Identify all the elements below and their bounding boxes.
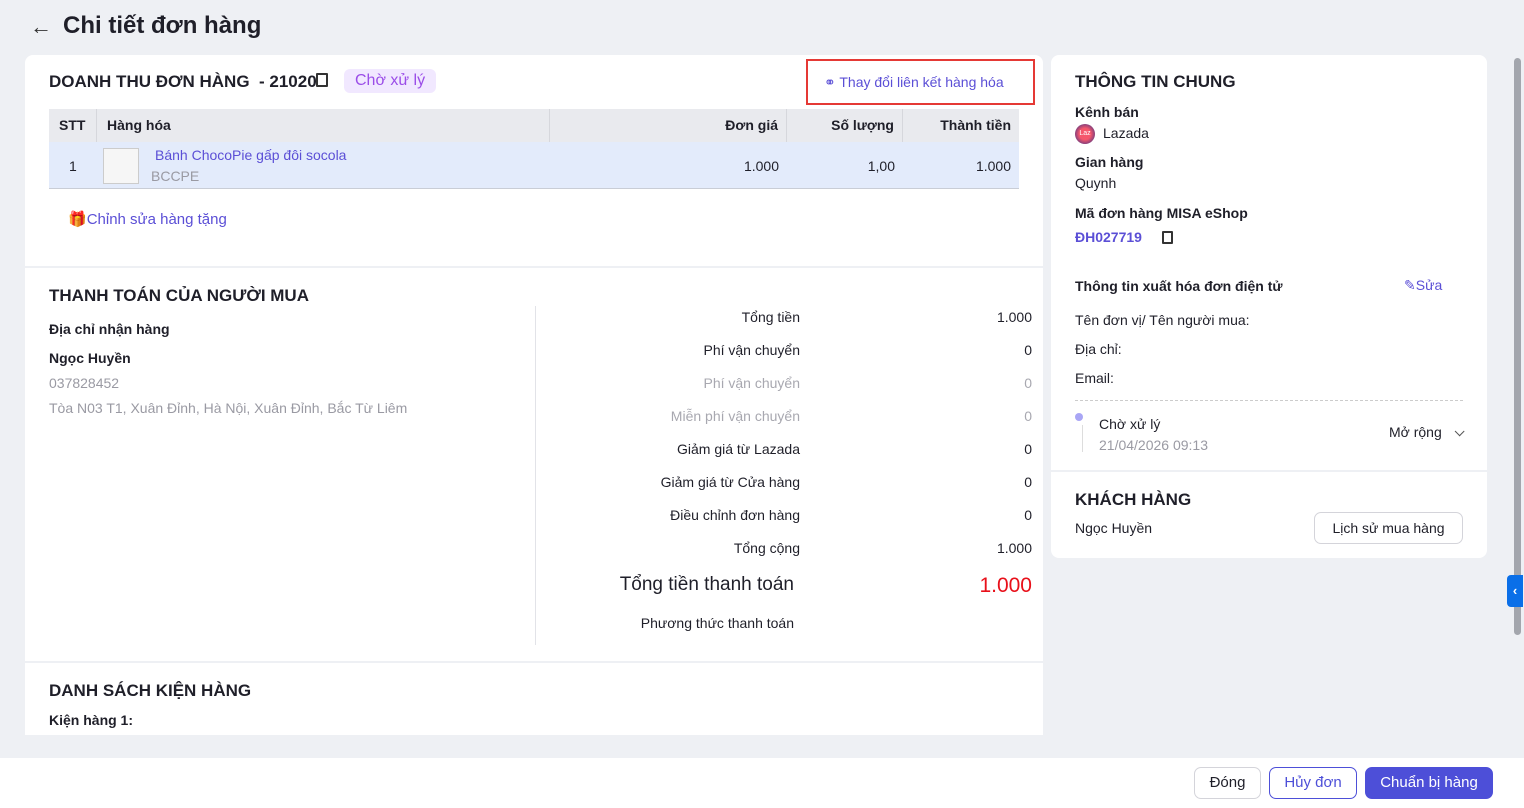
payment-line: Tổng tiền 1.000 (565, 309, 1032, 329)
payment-line-label: Tổng cộng (733, 540, 800, 556)
product-name-link[interactable]: Bánh ChocoPie gấp đôi socola (155, 147, 346, 163)
lazada-logo-icon: Laz (1075, 124, 1095, 144)
dashed-divider (1075, 400, 1463, 401)
info-card: THÔNG TIN CHUNG Kênh bán Laz Lazada Gian… (1051, 55, 1487, 558)
store-label: Gian hàng (1075, 154, 1144, 170)
timeline-status: Chờ xử lý (1099, 416, 1161, 432)
buyer-name: Ngọc Huyền (49, 350, 131, 366)
payment-title: THANH TOÁN CỦA NGƯỜI MUA (49, 286, 309, 305)
store-value: Quynh (1075, 175, 1117, 191)
payment-line-label: Phí vận chuyển (703, 375, 800, 391)
payment-line-label: Giảm giá từ Lazada (677, 441, 800, 457)
divider (25, 661, 1043, 663)
row-stt: 1 (69, 158, 77, 174)
col-product: Hàng hóa (97, 109, 550, 142)
payment-line-value: 1.000 (996, 540, 1032, 556)
edit-gift-label: Chỉnh sửa hàng tặng (86, 211, 227, 228)
payment-line: Tổng cộng 1.000 (565, 540, 1032, 560)
divider (1051, 470, 1487, 472)
collapse-panel-button[interactable]: ‹ (1507, 575, 1523, 607)
pencil-icon: ✎ (1404, 277, 1416, 293)
payment-line: Giảm giá từ Cửa hàng 0 (565, 474, 1032, 494)
email-label: Email: (1075, 370, 1114, 386)
address-label: Địa chỉ nhận hàng (49, 321, 170, 337)
product-image (103, 148, 139, 184)
status-badge: Chờ xử lý (344, 69, 437, 93)
payment-method-label: Phương thức thanh toán (640, 615, 794, 631)
page-title: Chi tiết đơn hàng (63, 12, 262, 39)
table-row[interactable]: 1 Bánh ChocoPie gấp đôi socola BCCPE 1.0… (49, 142, 1019, 189)
payment-line: Phí vận chuyển 0 (565, 375, 1032, 395)
payment-line: Phí vận chuyển 0 (565, 342, 1032, 362)
row-price: 1.000 (743, 158, 779, 174)
packages-title: DANH SÁCH KIỆN HÀNG (49, 681, 252, 700)
payment-line-value: 1.000 (996, 309, 1032, 325)
payment-line-value: 0 (1024, 375, 1032, 391)
payment-line-label: Miễn phí vận chuyển (670, 408, 800, 424)
payment-line-value: 0 (1024, 474, 1032, 490)
payment-line-value: 0 (1024, 408, 1032, 424)
prepare-goods-button[interactable]: Chuẩn bị hàng (1365, 767, 1493, 799)
product-sku: BCCPE (151, 168, 200, 184)
edit-invoice-button[interactable]: ✎Sửa (1404, 277, 1442, 294)
col-qty: Số lượng (787, 109, 903, 142)
grand-total-label: Tổng tiền thanh toán (619, 574, 794, 595)
copy-icon[interactable] (316, 73, 328, 87)
payment-method-row: Phương thức thanh toán (565, 615, 1032, 635)
package-item: Kiện hàng 1: (49, 712, 134, 728)
payment-line-value: 0 (1024, 507, 1032, 523)
info-title: THÔNG TIN CHUNG (1075, 72, 1236, 91)
payment-line-label: Giảm giá từ Cửa hàng (660, 474, 800, 490)
expand-button[interactable]: Mở rộng (1389, 424, 1465, 440)
col-price: Đơn giá (550, 109, 787, 142)
copy-icon[interactable] (1162, 231, 1173, 244)
col-total: Thành tiền (940, 117, 1011, 133)
payment-line: Miễn phí vận chuyển 0 (565, 408, 1032, 428)
channel-value: Lazada (1103, 125, 1149, 141)
purchase-history-button[interactable]: Lịch sử mua hàng (1314, 512, 1463, 544)
timeline-dot (1075, 413, 1083, 421)
cancel-order-button[interactable]: Hủy đơn (1269, 767, 1357, 799)
scrollbar[interactable] (1514, 58, 1521, 635)
row-qty: 1,00 (867, 158, 895, 174)
payment-line-label: Điều chỉnh đơn hàng (670, 507, 800, 523)
code-label: Mã đơn hàng MISA eShop (1075, 205, 1248, 221)
order-title: DOANH THU ĐƠN HÀNG - 21020 (49, 72, 317, 91)
divider (25, 266, 1043, 268)
close-button[interactable]: Đóng (1194, 767, 1261, 799)
buyer-label: Tên đơn vị/ Tên người mua: (1075, 312, 1250, 328)
invoice-label: Thông tin xuất hóa đơn điện tử (1075, 278, 1283, 294)
payment-line: Điều chỉnh đơn hàng 0 (565, 507, 1032, 527)
channel-label: Kênh bán (1075, 104, 1139, 120)
payment-line: Giảm giá từ Lazada 0 (565, 441, 1032, 461)
customer-name: Ngọc Huyền (1075, 520, 1153, 536)
payment-line-value: 0 (1024, 441, 1032, 457)
change-link-label: Thay đổi liên kết hàng hóa (839, 74, 1004, 90)
back-arrow-icon[interactable]: ← (30, 14, 52, 40)
order-card: DOANH THU ĐƠN HÀNG - 21020 Chờ xử lý ⚭ T… (25, 55, 1043, 735)
change-link-button[interactable]: ⚭ Thay đổi liên kết hàng hóa (806, 59, 1035, 105)
chevron-down-icon (1454, 426, 1465, 437)
buyer-address: Tòa N03 T1, Xuân Đỉnh, Hà Nội, Xuân Đỉnh… (49, 400, 408, 416)
payment-line-label: Tổng tiền (741, 309, 800, 325)
payment-line-label: Phí vận chuyển (703, 342, 800, 358)
col-stt: STT (49, 109, 97, 142)
payment-line-value: 0 (1024, 342, 1032, 358)
row-total: 1.000 (975, 158, 1011, 174)
items-table: STT Hàng hóa Đơn giá Số lượng Thành tiền… (49, 109, 1019, 190)
customer-title: KHÁCH HÀNG (1075, 490, 1192, 509)
buyer-phone: 037828452 (49, 375, 120, 391)
grand-total-row: Tổng tiền thanh toán 1.000 (565, 574, 1032, 600)
invoice-address-label: Địa chỉ: (1075, 341, 1122, 357)
timeline-time: 21/04/2026 09:13 (1099, 437, 1208, 453)
link-icon: ⚭ (824, 74, 836, 90)
grand-total-value: 1.000 (979, 574, 1032, 597)
timeline-line (1082, 425, 1083, 452)
payment-divider (535, 306, 536, 645)
gift-icon: 🎁 (68, 211, 87, 228)
edit-gift-link[interactable]: 🎁Chỉnh sửa hàng tặng (68, 210, 227, 228)
order-code-link[interactable]: ĐH027719 (1075, 229, 1142, 245)
